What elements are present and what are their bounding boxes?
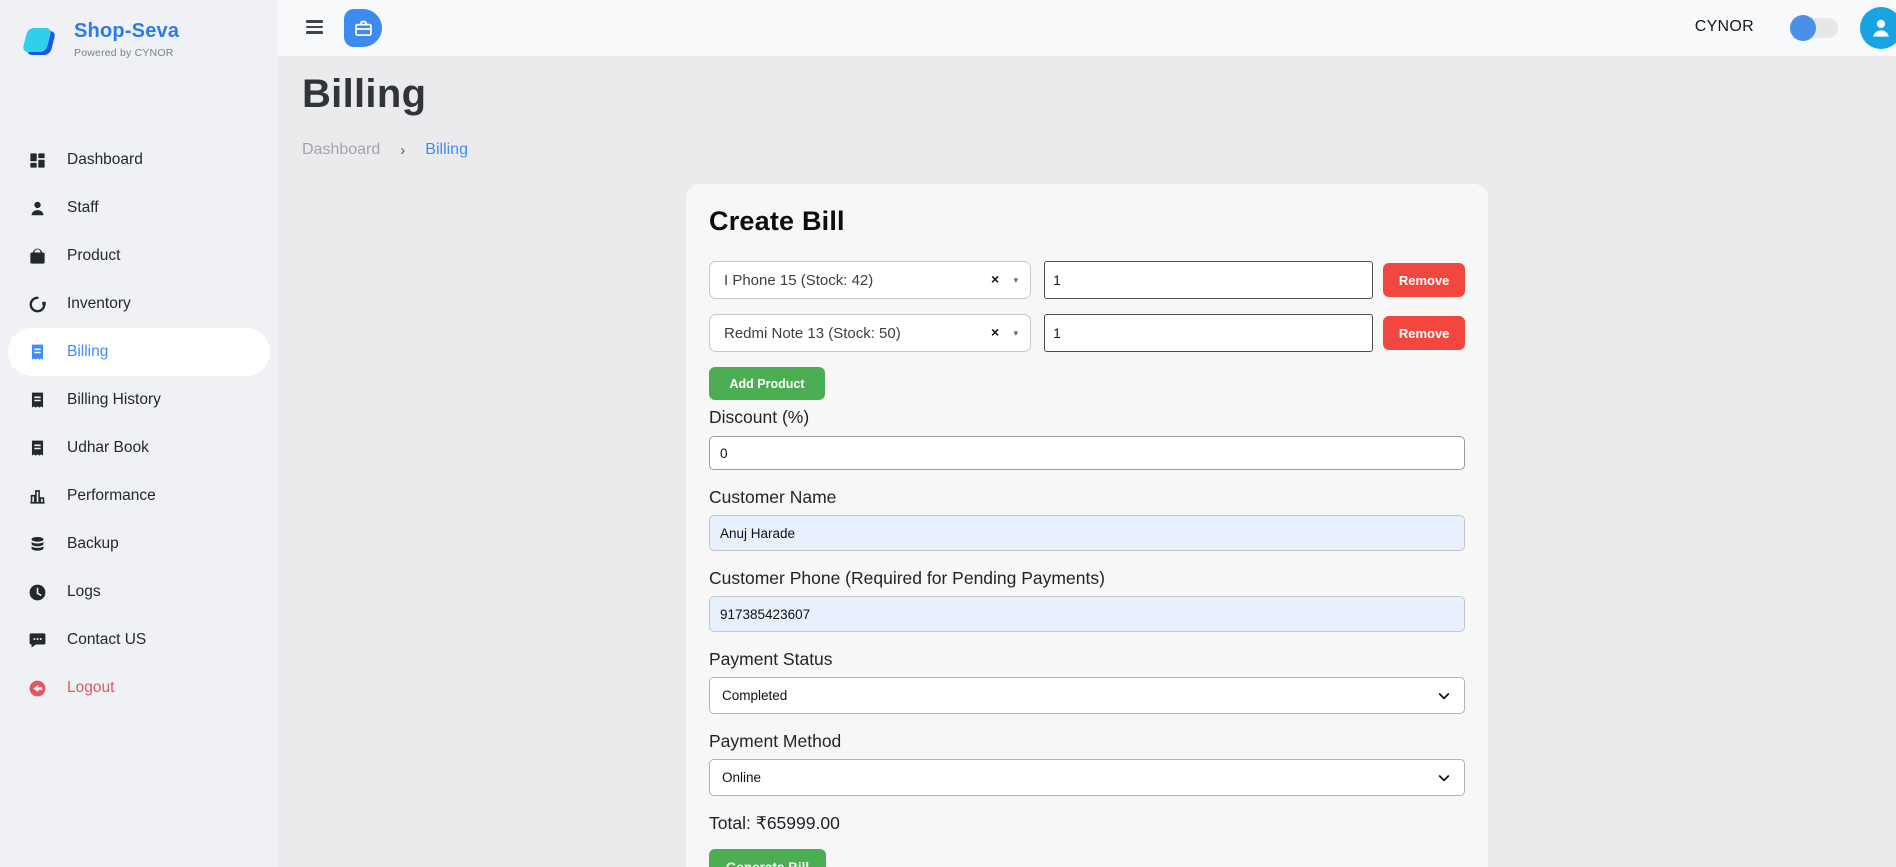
add-product-button[interactable]: Add Product [709, 367, 825, 400]
generate-bill-button[interactable]: Generate Bill [709, 849, 826, 867]
payment-method-label: Payment Method [709, 731, 1465, 752]
breadcrumb-billing[interactable]: Billing [425, 141, 468, 159]
create-bill-card: Create Bill I Phone 15 (Stock: 42) × ▾ R… [686, 184, 1488, 867]
person-icon [1868, 15, 1894, 41]
quantity-input[interactable] [1044, 314, 1373, 352]
sidebar: Shop-Seva Powered by CYNOR Dashboard Sta… [0, 0, 278, 867]
sidebar-menu: Dashboard Staff Product Inventory Billin… [0, 136, 278, 712]
theme-toggle[interactable] [1792, 18, 1838, 38]
receipt-icon [28, 391, 47, 410]
user-icon [28, 199, 47, 218]
briefcase-icon [353, 18, 374, 39]
clear-icon[interactable]: × [991, 324, 999, 340]
toggle-knob [1790, 15, 1816, 41]
sidebar-item-billing-history[interactable]: Billing History [8, 376, 270, 424]
sidebar-item-billing[interactable]: Billing [8, 328, 270, 376]
customer-name-input[interactable] [709, 515, 1465, 551]
sidebar-item-dashboard[interactable]: Dashboard [8, 136, 270, 184]
billing-app-button[interactable] [344, 9, 382, 47]
caret-down-icon: ▾ [1014, 328, 1019, 339]
payment-status-label: Payment Status [709, 649, 1465, 670]
discount-input[interactable] [709, 436, 1465, 470]
sidebar-item-backup[interactable]: Backup [8, 520, 270, 568]
sidebar-item-logout[interactable]: Logout [8, 664, 270, 712]
clear-icon[interactable]: × [991, 271, 999, 287]
product-select[interactable]: Redmi Note 13 (Stock: 50) × ▾ [709, 314, 1031, 352]
brand[interactable]: Shop-Seva Powered by CYNOR [0, 0, 278, 60]
refresh-icon [28, 295, 47, 314]
sidebar-item-contact-us[interactable]: Contact US [8, 616, 270, 664]
db-icon [28, 535, 47, 554]
hamburger-menu-icon[interactable] [306, 20, 323, 37]
topbar: CYNOR [278, 0, 1896, 56]
breadcrumb: Dashboard › Billing [302, 141, 1896, 159]
grid-icon [28, 151, 47, 170]
payment-method-select[interactable]: Online [709, 759, 1465, 796]
brand-name: Shop-Seva [74, 20, 179, 43]
customer-phone-input[interactable] [709, 596, 1465, 632]
quantity-input[interactable] [1044, 261, 1373, 299]
chevron-down-icon [1436, 770, 1452, 786]
customer-name-label: Customer Name [709, 487, 1465, 508]
card-title: Create Bill [709, 206, 1465, 237]
brand-tagline: Powered by CYNOR [74, 47, 179, 59]
bag-icon [28, 247, 47, 266]
total-amount: Total: ₹65999.00 [709, 813, 1465, 834]
logout-icon [28, 679, 47, 698]
sidebar-item-udhar-book[interactable]: Udhar Book [8, 424, 270, 472]
breadcrumb-separator-icon: › [400, 142, 405, 159]
user-avatar[interactable] [1860, 7, 1896, 49]
sidebar-item-staff[interactable]: Staff [8, 184, 270, 232]
chevron-down-icon [1436, 688, 1452, 704]
product-select[interactable]: I Phone 15 (Stock: 42) × ▾ [709, 261, 1031, 299]
product-row: Redmi Note 13 (Stock: 50) × ▾ Remove [709, 314, 1465, 352]
product-rows: I Phone 15 (Stock: 42) × ▾ Remove Redmi … [709, 261, 1465, 352]
remove-product-button[interactable]: Remove [1383, 316, 1465, 350]
brand-logo-icon [22, 24, 58, 60]
customer-phone-label: Customer Phone (Required for Pending Pay… [709, 568, 1465, 589]
receipt-icon [28, 343, 47, 362]
sidebar-item-product[interactable]: Product [8, 232, 270, 280]
sidebar-item-performance[interactable]: Performance [8, 472, 270, 520]
sidebar-item-inventory[interactable]: Inventory [8, 280, 270, 328]
sidebar-item-logs[interactable]: Logs [8, 568, 270, 616]
page-title: Billing [302, 72, 1896, 117]
chat-icon [28, 631, 47, 650]
topbar-username: CYNOR [1695, 18, 1754, 36]
product-row: I Phone 15 (Stock: 42) × ▾ Remove [709, 261, 1465, 299]
breadcrumb-dashboard[interactable]: Dashboard [302, 141, 380, 159]
clock-icon [28, 583, 47, 602]
payment-status-select[interactable]: Completed [709, 677, 1465, 714]
receipt-icon [28, 439, 47, 458]
remove-product-button[interactable]: Remove [1383, 263, 1465, 297]
chart-icon [28, 487, 47, 506]
caret-down-icon: ▾ [1014, 275, 1019, 286]
main-content: Billing Dashboard › Billing Create Bill … [278, 56, 1896, 867]
discount-label: Discount (%) [709, 407, 1465, 428]
